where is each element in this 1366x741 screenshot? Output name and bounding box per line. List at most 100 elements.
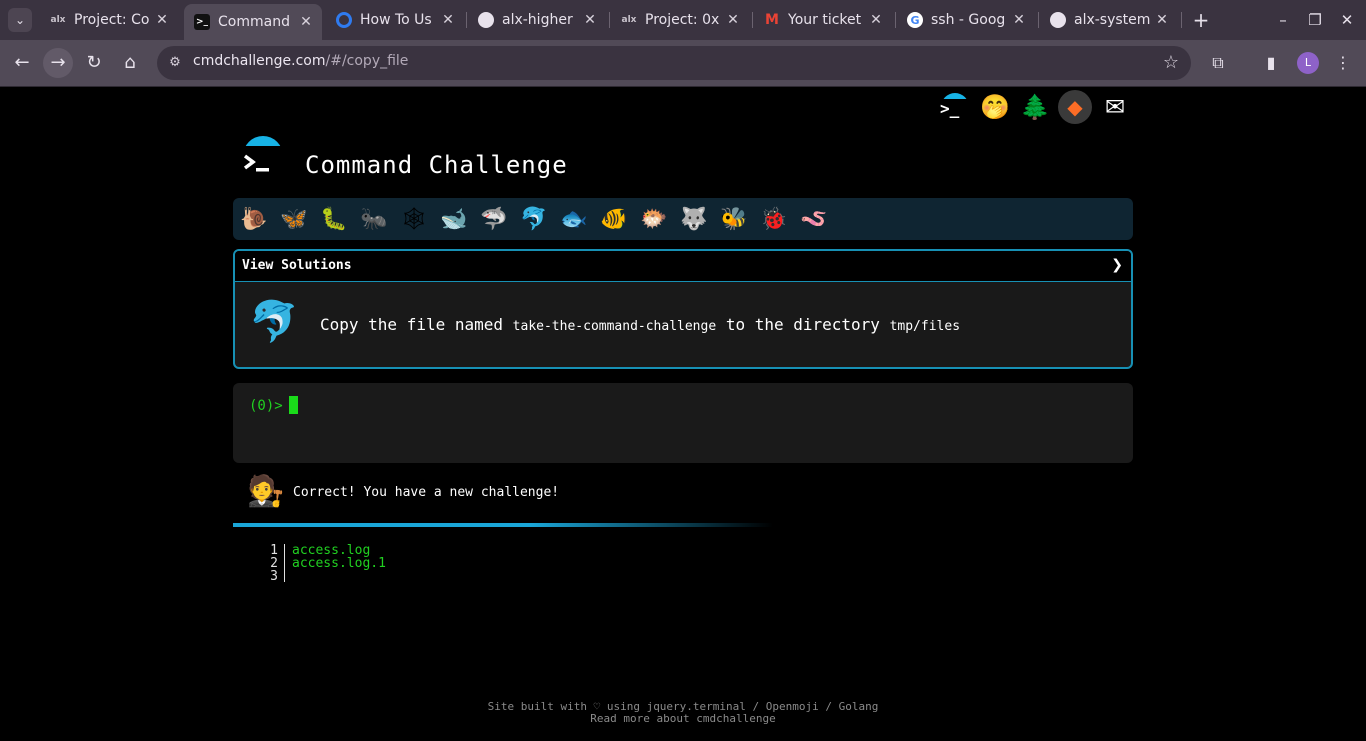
page-content: >_ 🤭 🌲 ◆ ✉ Command Challenge 🐌 🦋 🐛 🐜 🕸 🐋…: [0, 87, 1366, 741]
github-icon: [1050, 12, 1066, 28]
dolphin-icon: 🐬: [249, 299, 299, 345]
close-icon[interactable]: ✕: [438, 12, 458, 28]
prompt-text: (0)>: [249, 398, 283, 414]
tab-title: ssh - Goog: [931, 12, 1006, 28]
ladybug-icon[interactable]: 🐞: [759, 205, 789, 235]
tab-separator: [466, 12, 467, 28]
top-link-icons: >_ 🤭 🌲 ◆ ✉: [938, 90, 1132, 124]
back-button[interactable]: ←: [7, 48, 37, 78]
whale-icon[interactable]: 🐋: [439, 205, 469, 235]
prompt-glyph-icon: [243, 154, 269, 172]
footer-about-link[interactable]: Read more about cmdchallenge: [0, 712, 1366, 725]
ant-icon[interactable]: 🐜: [359, 205, 389, 235]
restore-button[interactable]: ❐: [1302, 8, 1328, 32]
tab-search-button[interactable]: ⌄: [8, 8, 32, 32]
url-text[interactable]: cmdchallenge.com/#/copy_file: [193, 53, 408, 69]
tab-alx-system[interactable]: alx-system ✕: [1040, 6, 1178, 34]
challenge-description: Copy the file named take-the-command-cha…: [320, 315, 960, 334]
tab-title: Project: Co: [74, 12, 150, 28]
blowfish-icon[interactable]: 🐡: [639, 205, 669, 235]
terminal[interactable]: (0)>: [233, 383, 1133, 463]
task-file-name: take-the-command-challenge: [512, 319, 717, 334]
close-icon[interactable]: ✕: [152, 12, 172, 28]
tab-alx-higher[interactable]: alx-higher ✕: [468, 6, 606, 34]
home-button[interactable]: ⌂: [115, 48, 145, 78]
spider-web-icon[interactable]: 🕸: [399, 205, 429, 235]
view-solutions-bar[interactable]: View Solutions ❯: [235, 251, 1131, 282]
snail-icon[interactable]: 🐌: [239, 205, 269, 235]
dolphin-icon[interactable]: 🐬: [519, 205, 549, 235]
menu-icon[interactable]: ⋮: [1330, 50, 1356, 76]
tree-icon[interactable]: 🌲: [1018, 90, 1052, 124]
close-icon[interactable]: ✕: [866, 12, 886, 28]
tab-project-0x[interactable]: alx Project: 0x ✕: [611, 6, 749, 34]
close-icon[interactable]: ✕: [580, 12, 600, 28]
judge-icon: 🧑‍⚖️: [247, 474, 285, 509]
close-icon[interactable]: ✕: [1152, 12, 1172, 28]
view-solutions-label: View Solutions: [242, 258, 352, 273]
mail-icon[interactable]: ✉: [1098, 90, 1132, 124]
bee-icon[interactable]: 🐝: [719, 205, 749, 235]
challenge-box: View Solutions ❯ 🐬 Copy the file named t…: [233, 249, 1133, 369]
tab-separator: [609, 12, 610, 28]
github-icon: [478, 12, 494, 28]
url-domain: cmdchallenge.com: [193, 53, 326, 69]
caterpillar-icon[interactable]: 🐛: [319, 205, 349, 235]
tab-title: How To Us: [360, 12, 432, 28]
forward-button[interactable]: →: [43, 48, 73, 78]
terminal-icon: >_: [194, 14, 210, 30]
close-window-button[interactable]: ✕: [1334, 8, 1360, 32]
tab-separator: [752, 12, 753, 28]
tab-separator: [1038, 12, 1039, 28]
alx-logo-icon: alx: [621, 15, 637, 25]
challenge-nav-bar: 🐌 🦋 🐛 🐜 🕸 🐋 🦈 🐬 🐟 🐠 🐡 🐺 🐝 🐞 🪱: [233, 198, 1133, 240]
close-icon[interactable]: ✕: [723, 12, 743, 28]
close-icon[interactable]: ✕: [1009, 12, 1029, 28]
gitlab-icon[interactable]: ◆: [1058, 90, 1092, 124]
site-info-icon[interactable]: ⚙: [166, 54, 184, 72]
minimize-button[interactable]: –: [1270, 8, 1296, 32]
tropical-fish-icon[interactable]: 🐠: [599, 205, 629, 235]
tab-how-to-use[interactable]: How To Us ✕: [326, 6, 464, 34]
tab-title: alx-higher: [502, 12, 573, 28]
face-with-hand-icon[interactable]: 🤭: [978, 90, 1012, 124]
terminal-cursor: [288, 396, 298, 414]
line-number: 3: [270, 569, 278, 584]
gmail-icon: M: [765, 12, 779, 28]
cmdchallenge-logo-icon[interactable]: >_: [938, 90, 972, 124]
browser-tab-bar: ⌄ alx Project: Co ✕ >_ Command ✕ How To …: [0, 0, 1366, 40]
tab-title: Your ticket: [788, 12, 862, 28]
page-title: Command Challenge: [305, 151, 568, 179]
new-tab-button[interactable]: +: [1190, 8, 1212, 32]
extensions-icon[interactable]: ⧉: [1205, 50, 1231, 76]
close-icon[interactable]: ✕: [296, 14, 316, 30]
tab-title: alx-system: [1074, 12, 1151, 28]
terminal-prompt[interactable]: (0)>: [249, 396, 298, 414]
task-prefix: Copy the file named: [320, 315, 504, 334]
digitalocean-icon: [336, 12, 352, 28]
google-icon: G: [907, 12, 923, 28]
butterfly-icon[interactable]: 🦋: [279, 205, 309, 235]
fish-icon[interactable]: 🐟: [559, 205, 589, 235]
task-middle: to the directory: [725, 315, 880, 334]
chevron-right-icon[interactable]: ❯: [1111, 257, 1123, 273]
result-message: Correct! You have a new challenge!: [293, 485, 560, 500]
address-bar[interactable]: ⚙ cmdchallenge.com/#/copy_file ☆: [157, 46, 1191, 80]
tab-ssh-google[interactable]: G ssh - Goog ✕: [897, 6, 1035, 34]
reload-button[interactable]: ↻: [79, 48, 109, 78]
side-panel-icon[interactable]: ▮: [1258, 50, 1284, 76]
worm-icon[interactable]: 🪱: [799, 205, 829, 235]
site-logo: [241, 136, 285, 180]
tab-project-co[interactable]: alx Project: Co ✕: [40, 6, 178, 34]
url-path: /#/copy_file: [325, 53, 409, 69]
shark-icon[interactable]: 🦈: [479, 205, 509, 235]
bookmark-star-icon[interactable]: ☆: [1163, 52, 1179, 73]
profile-avatar[interactable]: L: [1297, 52, 1319, 74]
tab-title: Command: [218, 14, 290, 30]
result-divider: [233, 523, 773, 527]
wolf-icon[interactable]: 🐺: [679, 205, 709, 235]
tab-title: Project: 0x: [645, 12, 720, 28]
alx-logo-icon: alx: [50, 15, 66, 25]
tab-command-challenge[interactable]: >_ Command ✕: [184, 4, 322, 40]
tab-your-ticket[interactable]: M Your ticket ✕: [754, 6, 892, 34]
